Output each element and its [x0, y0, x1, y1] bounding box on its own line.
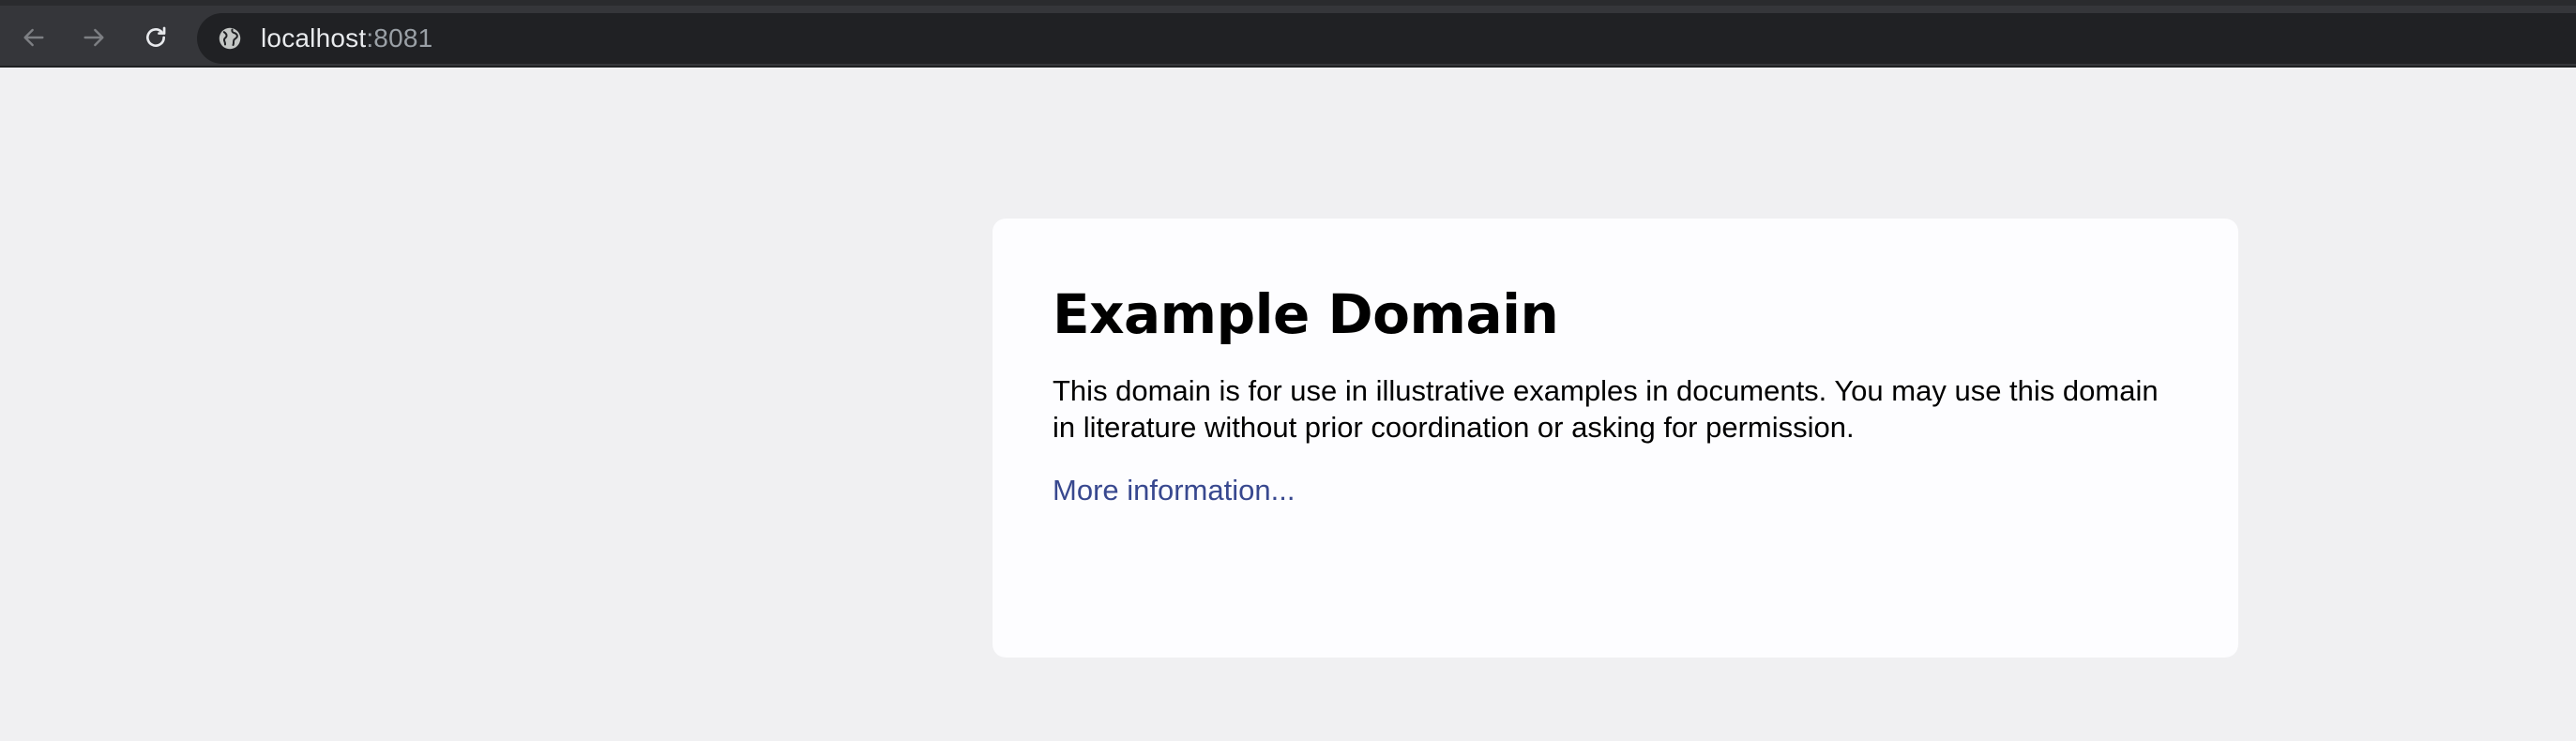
reload-button[interactable]	[135, 17, 176, 58]
more-information-link[interactable]: More information...	[1053, 472, 1295, 509]
globe-icon	[219, 27, 241, 50]
page-viewport: Example Domain This domain is for use in…	[0, 68, 2576, 741]
site-info-button[interactable]	[216, 24, 244, 53]
url-host: localhost	[261, 23, 367, 53]
reload-icon	[146, 26, 166, 47]
url-port: :8081	[366, 23, 433, 53]
arrow-right-icon	[83, 28, 104, 47]
page-description: This domain is for use in illustrative e…	[1053, 374, 2159, 444]
url-text[interactable]: localhost:8081	[261, 23, 432, 53]
back-button[interactable]	[13, 17, 54, 58]
content-card: Example Domain This domain is for use in…	[993, 219, 2238, 658]
page-title: Example Domain	[1053, 282, 1559, 346]
arrow-left-icon	[23, 28, 44, 47]
forward-button[interactable]	[73, 17, 114, 58]
browser-toolbar: localhost:8081	[0, 0, 2576, 68]
address-bar[interactable]: localhost:8081	[197, 13, 2576, 64]
